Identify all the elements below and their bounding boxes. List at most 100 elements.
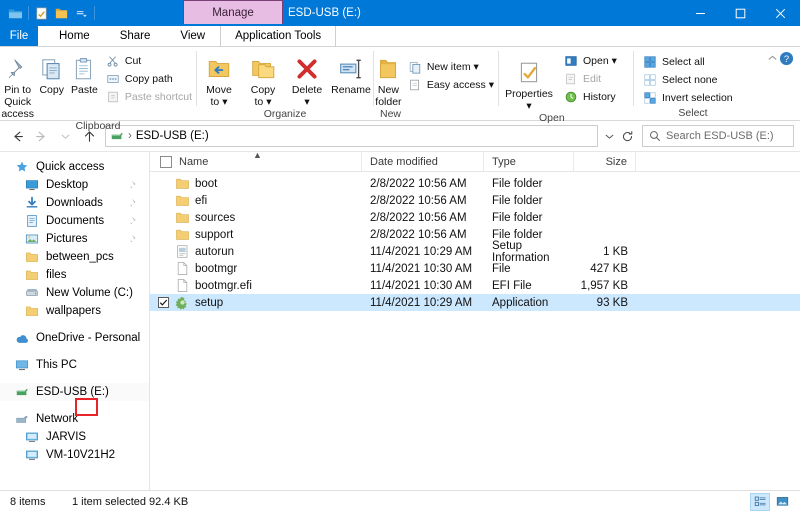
cell-type: File folder <box>492 211 543 224</box>
table-row[interactable]: bootmgr 11/4/2021 10:30 AM File 427 KB <box>150 260 800 277</box>
customize-qat-icon[interactable] <box>74 6 89 21</box>
column-header-name[interactable]: Name ▲ <box>150 150 362 172</box>
file-rows: boot 2/8/2022 10:56 AM File folder efi 2… <box>150 172 800 311</box>
select-none-button[interactable]: Select none <box>638 71 737 89</box>
tab-file[interactable]: File <box>0 26 38 46</box>
cell-name: bootmgr.efi <box>150 278 362 294</box>
minimize-button[interactable] <box>680 0 720 26</box>
move-to-label-line2: to ▾ <box>210 96 228 109</box>
select-none-label: Select none <box>662 74 718 86</box>
new-folder-button[interactable]: New folder <box>374 50 403 108</box>
help-icon[interactable]: ? <box>779 51 794 69</box>
open-button[interactable]: Open ▾ <box>559 52 621 70</box>
sidebar-item-wallpapers[interactable]: wallpapers <box>0 302 149 320</box>
selection-info: 1 item selected 92.4 KB <box>72 495 189 508</box>
collapse-ribbon-icon[interactable] <box>767 53 778 67</box>
sidebar-item-quick-access[interactable]: Quick access <box>0 158 149 176</box>
folder-icon <box>24 303 40 319</box>
sidebar-item-network[interactable]: Network <box>0 410 149 428</box>
sidebar-item-documents[interactable]: Documents <box>0 212 149 230</box>
cut-button[interactable]: Cut <box>101 52 196 70</box>
cell-size: 1,957 KB <box>580 279 628 292</box>
sidebar-item-new-volume-c[interactable]: New Volume (C:) <box>0 284 149 302</box>
column-label-size: Size <box>605 155 627 168</box>
delete-label: Delete <box>291 84 323 96</box>
table-row[interactable]: setup 11/4/2021 10:29 AM Application 93 … <box>150 294 800 311</box>
details-view-icon[interactable] <box>750 492 770 511</box>
address-dropdown-button[interactable] <box>600 126 618 146</box>
pin-icon[interactable] <box>128 179 139 193</box>
table-row[interactable]: sources 2/8/2022 10:56 AM File folder <box>150 209 800 226</box>
paste-icon <box>71 52 97 82</box>
ribbon: Pin to Quick access Copy Paste Cut Copy … <box>0 47 800 132</box>
invert-selection-button[interactable]: Invert selection <box>638 89 737 107</box>
pin-icon[interactable] <box>128 215 139 229</box>
sidebar-item-vm-10v21h2[interactable]: VM-10V21H2 <box>0 446 149 464</box>
explorer-icon[interactable] <box>8 6 23 21</box>
pin-icon[interactable] <box>128 233 139 247</box>
sidebar-item-between_pcs[interactable]: between_pcs <box>0 248 149 266</box>
ribbon-group-select: Select all Select none Invert selection <box>634 47 752 120</box>
tab-share[interactable]: Share <box>104 26 166 46</box>
close-button[interactable] <box>760 0 800 26</box>
pin-to-quick-access-button[interactable]: Pin to Quick access <box>0 50 35 120</box>
setup-info-icon <box>174 244 190 260</box>
sidebar-item-esd-usb[interactable]: ESD-USB (E:) <box>0 383 149 401</box>
table-row[interactable]: boot 2/8/2022 10:56 AM File folder <box>150 175 800 192</box>
sidebar-label: JARVIS <box>46 431 87 443</box>
history-button[interactable]: History <box>559 88 621 106</box>
tab-application-tools[interactable]: Application Tools <box>220 26 337 46</box>
copy-path-button[interactable]: Copy path <box>101 70 196 88</box>
cell-name: sources <box>150 210 362 226</box>
maximize-button[interactable] <box>720 0 760 26</box>
sidebar-label: files <box>46 269 67 281</box>
table-row[interactable]: efi 2/8/2022 10:56 AM File folder <box>150 192 800 209</box>
sidebar-label: VM-10V21H2 <box>46 449 116 461</box>
large-icons-view-icon[interactable] <box>772 493 792 511</box>
cell-date: 2/8/2022 10:56 AM <box>370 211 467 224</box>
tab-view[interactable]: View <box>165 26 221 46</box>
tab-home[interactable]: Home <box>44 26 105 46</box>
easy-access-button[interactable]: Easy access ▾ <box>403 76 498 94</box>
column-header-size[interactable]: Size <box>574 151 636 172</box>
row-checkbox[interactable] <box>158 297 169 308</box>
clipboard-group-label: Clipboard <box>75 120 121 133</box>
invert-selection-icon <box>642 90 658 106</box>
column-header-type[interactable]: Type <box>484 151 574 172</box>
move-to-button[interactable]: Move to ▾ <box>197 50 241 108</box>
sidebar-label: ESD-USB (E:) <box>36 386 109 398</box>
sidebar-item-downloads[interactable]: Downloads <box>0 194 149 212</box>
computer-icon <box>24 447 40 463</box>
rename-button[interactable]: Rename <box>329 50 373 96</box>
folder-icon <box>174 210 190 226</box>
refresh-button[interactable] <box>618 126 636 146</box>
select-all-checkbox[interactable] <box>160 155 172 168</box>
table-row[interactable]: bootmgr.efi 11/4/2021 10:30 AM EFI File … <box>150 277 800 294</box>
sidebar-item-jarvis[interactable]: JARVIS <box>0 428 149 446</box>
column-header-date-modified[interactable]: Date modified <box>362 151 484 172</box>
delete-button[interactable]: Delete ▾ <box>285 50 329 108</box>
table-row[interactable]: support 2/8/2022 10:56 AM File folder <box>150 226 800 243</box>
sidebar-item-this-pc[interactable]: This PC <box>0 356 149 374</box>
sidebar-label: Downloads <box>46 197 103 209</box>
sidebar-item-files[interactable]: files <box>0 266 149 284</box>
edit-button[interactable]: Edit <box>559 70 621 88</box>
pin-icon[interactable] <box>128 197 139 211</box>
properties-button[interactable]: Properties ▾ <box>499 50 559 112</box>
new-folder-icon[interactable] <box>54 6 69 21</box>
properties-icon[interactable] <box>34 6 49 21</box>
search-input[interactable]: Search ESD-USB (E:) <box>642 125 794 147</box>
copy-button[interactable]: Copy <box>35 50 68 96</box>
paste-shortcut-button[interactable]: Paste shortcut <box>101 88 196 106</box>
move-to-label-line1: Move <box>206 84 232 96</box>
table-row[interactable]: autorun 11/4/2021 10:29 AM Setup Informa… <box>150 240 800 264</box>
file-name: boot <box>195 177 218 190</box>
sidebar-item-desktop[interactable]: Desktop <box>0 176 149 194</box>
select-all-button[interactable]: Select all <box>638 53 737 71</box>
copy-to-button[interactable]: Copy to ▾ <box>241 50 285 108</box>
sidebar-gap-2 <box>0 347 149 356</box>
paste-button[interactable]: Paste <box>68 50 101 96</box>
sidebar-item-onedrive[interactable]: OneDrive - Personal <box>0 329 149 347</box>
new-item-button[interactable]: New item ▾ <box>403 58 498 76</box>
sidebar-item-pictures[interactable]: Pictures <box>0 230 149 248</box>
